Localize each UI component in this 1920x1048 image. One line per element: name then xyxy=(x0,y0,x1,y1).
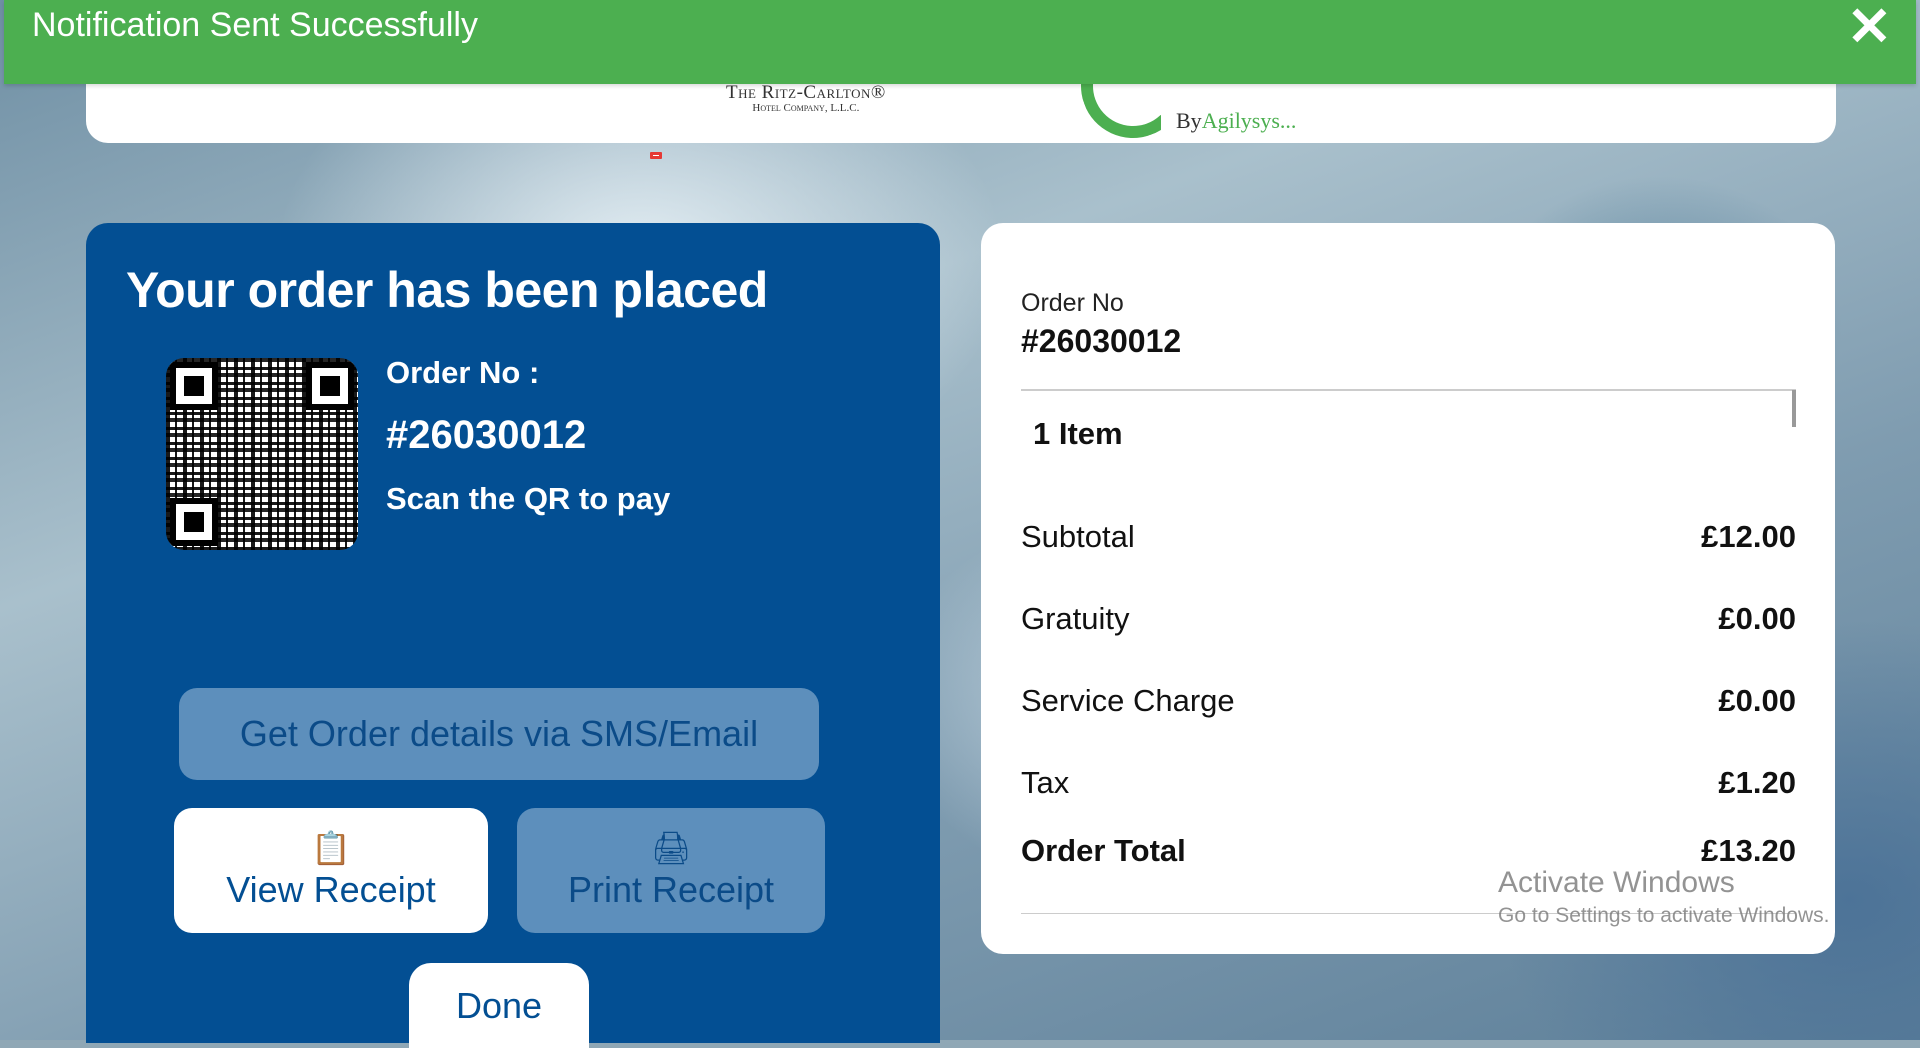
summary-row-tax: Tax £1.20 xyxy=(1021,765,1796,800)
divider xyxy=(1021,389,1796,391)
view-receipt-label: View Receipt xyxy=(226,868,436,910)
watermark-line1: Activate Windows xyxy=(1498,866,1735,899)
sms-email-button[interactable]: Get Order details via SMS/Email xyxy=(179,688,819,780)
agilysys-logo-icon xyxy=(1081,84,1161,138)
printer-icon: 🖨 xyxy=(650,829,692,866)
print-receipt-label: Print Receipt xyxy=(567,868,775,910)
summary-order-number: #26030012 xyxy=(1021,323,1182,359)
logo-ritz-line1: The Ritz-Carlton® xyxy=(726,82,886,103)
summary-row-order-total: Order Total £13.20 xyxy=(1021,833,1796,868)
page-title: Your order has been placed xyxy=(126,262,768,318)
summary-row-gratuity: Gratuity £0.00 xyxy=(1021,601,1796,636)
agilysys-logo-text: ByAgilysys... xyxy=(1176,108,1297,133)
ritz-carlton-logo: The Ritz-Carlton® Hotel Company, L.L.C. xyxy=(726,82,886,114)
scrollbar[interactable] xyxy=(1792,390,1796,427)
minus-badge-icon xyxy=(650,152,662,159)
notification-message: Notification Sent Successfully xyxy=(32,6,478,44)
order-placed-panel: Your order has been placed Order No : #2… xyxy=(86,223,940,1048)
clipboard-icon: 📋 xyxy=(311,829,351,866)
notification-banner: Notification Sent Successfully ✕ xyxy=(4,0,1916,84)
summary-order-label: Order No xyxy=(1021,289,1124,317)
order-summary-panel: Order No #26030012 1 Item Subtotal £12.0… xyxy=(981,223,1835,954)
summary-row-service-charge: Service Charge £0.00 xyxy=(1021,683,1796,718)
summary-row-subtotal: Subtotal £12.00 xyxy=(1021,519,1796,554)
watermark-line2: Go to Settings to activate Windows. xyxy=(1498,904,1830,927)
close-icon[interactable]: ✕ xyxy=(1847,0,1892,54)
order-number-label: Order No : xyxy=(386,355,540,390)
payment-qr-code xyxy=(166,358,358,550)
order-number: #26030012 xyxy=(386,413,587,457)
item-count: 1 Item xyxy=(1033,416,1123,451)
print-receipt-button[interactable]: 🖨 Print Receipt xyxy=(517,808,825,933)
activate-windows-watermark: Activate Windows Go to Settings to activ… xyxy=(1498,866,1830,928)
view-receipt-button[interactable]: 📋 View Receipt xyxy=(174,808,488,933)
done-button[interactable]: Done xyxy=(409,963,589,1048)
scan-instructions: Scan the QR to pay xyxy=(386,481,671,516)
